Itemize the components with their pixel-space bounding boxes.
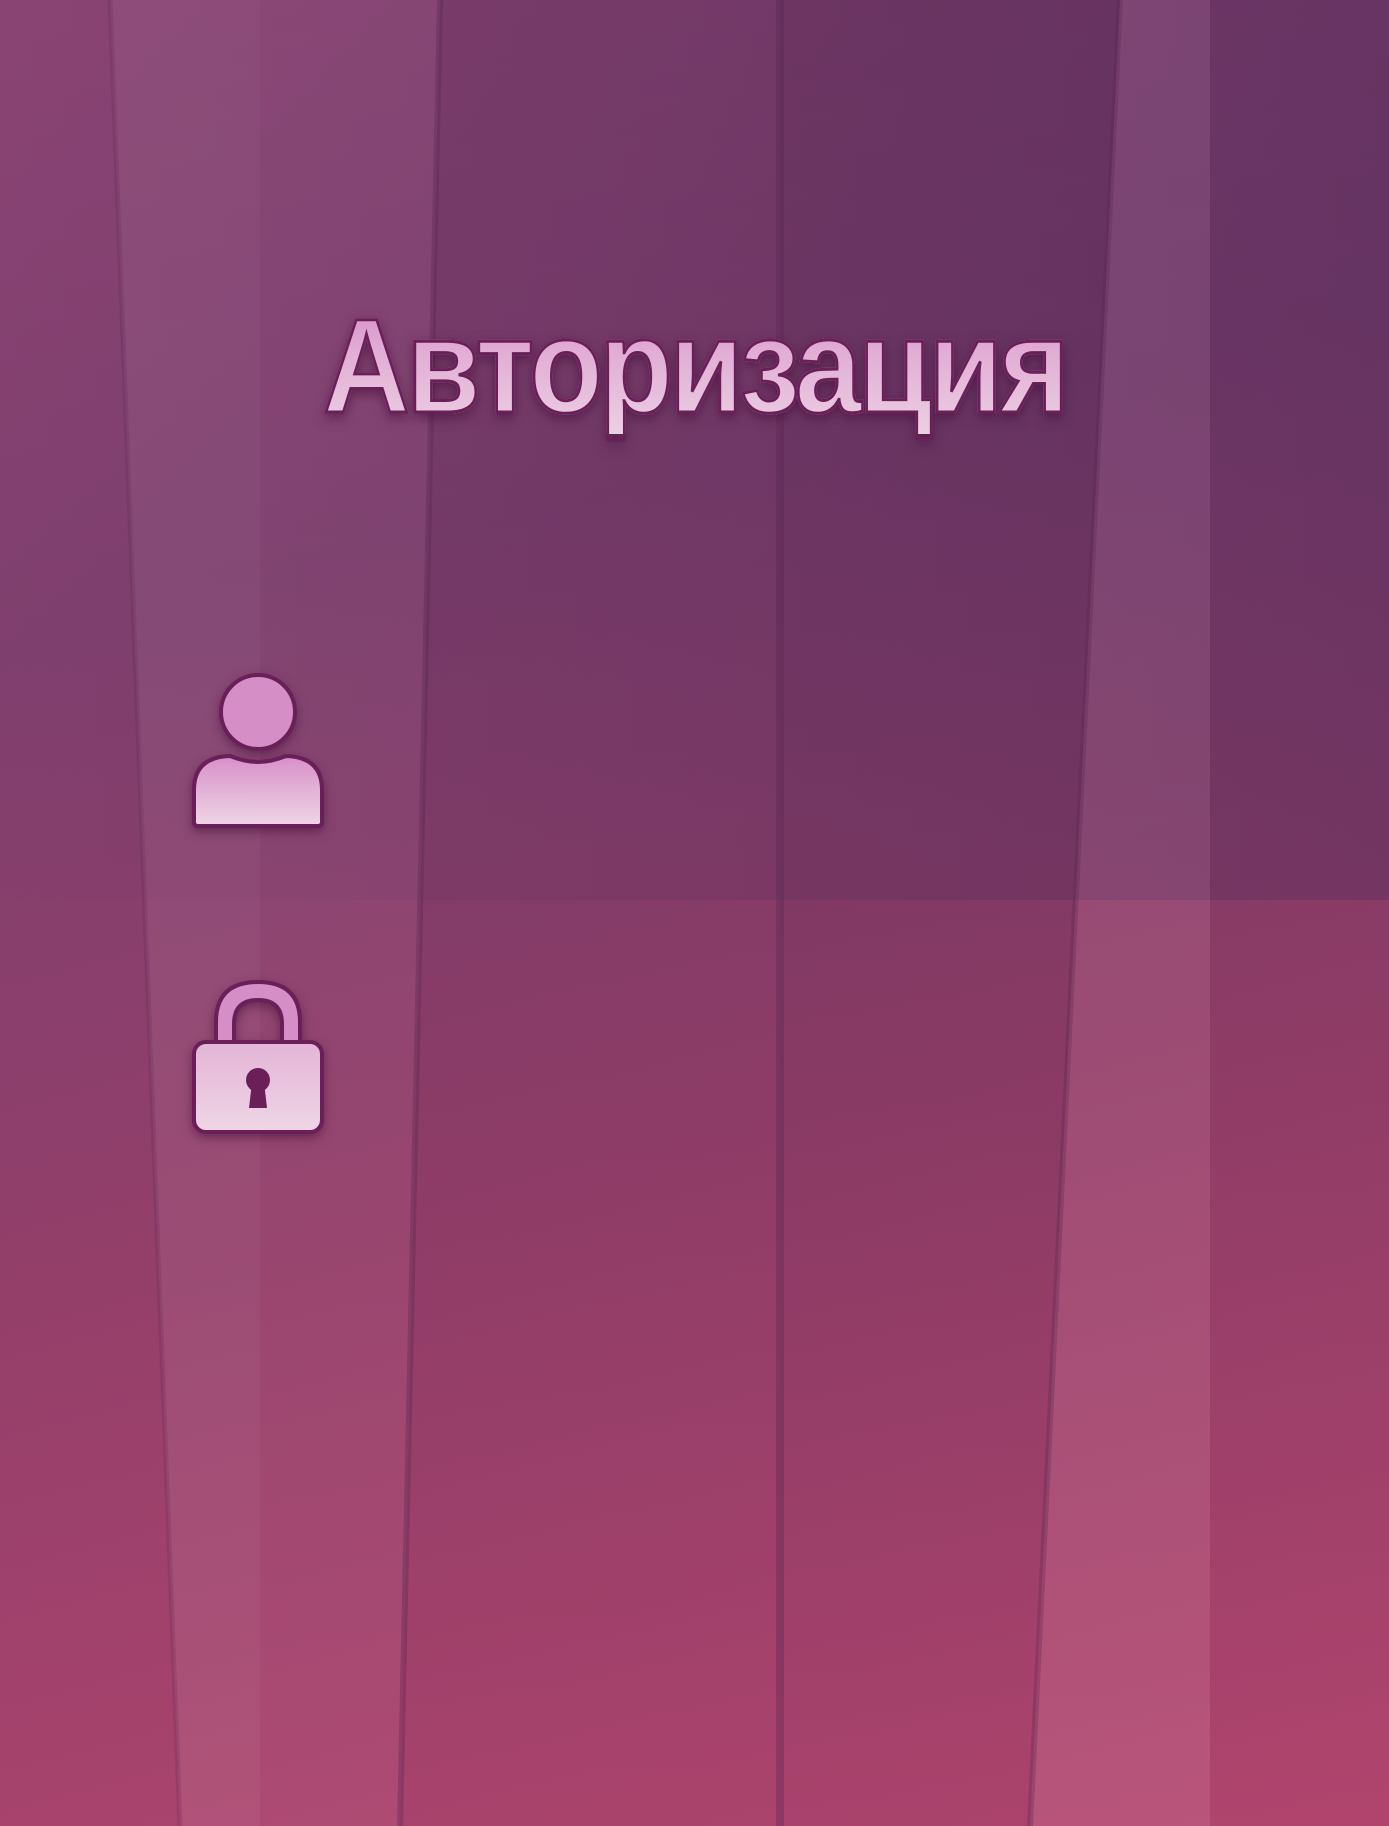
- user-icon: [190, 672, 326, 828]
- page-title: Авторизация: [69, 298, 1319, 435]
- lock-icon: [190, 978, 326, 1136]
- background: [0, 0, 1389, 1826]
